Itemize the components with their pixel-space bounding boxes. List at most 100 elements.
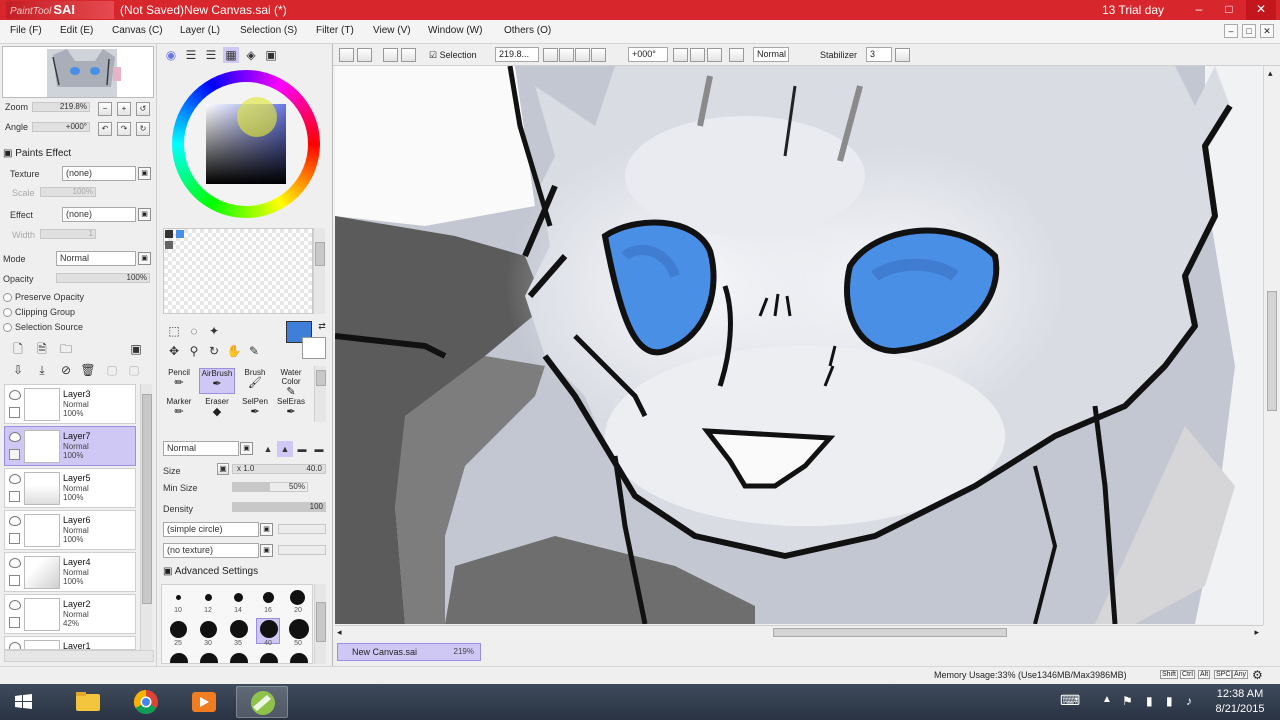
toolbar-angle-field[interactable]: +000° xyxy=(628,47,668,62)
minimize-button[interactable]: – xyxy=(1184,0,1214,20)
canvas-hscroll-thumb[interactable] xyxy=(773,628,1007,637)
status-gear-icon[interactable]: ⚙ xyxy=(1252,668,1263,682)
panel-toggle-icon[interactable]: ▣ xyxy=(128,341,144,357)
action-center-icon[interactable]: ⚑ xyxy=(1122,694,1133,708)
toolbar-zoom-in-button[interactable] xyxy=(559,48,574,62)
layer-lock-icon[interactable] xyxy=(9,617,20,628)
menu-file[interactable]: File (F) xyxy=(10,25,42,36)
size-multiplier-toggle[interactable]: ▣ xyxy=(217,463,229,475)
layer-list-hscrollbar[interactable] xyxy=(4,650,154,662)
brush-airbrush[interactable]: AirBrush ✒ xyxy=(199,368,235,394)
brush-brush[interactable]: Brush 🖌 xyxy=(237,368,273,394)
effect-dropdown-arrow[interactable]: ▣ xyxy=(138,208,151,221)
rect-select-icon[interactable]: ⬚ xyxy=(166,323,182,339)
brush-edit-icon[interactable] xyxy=(9,449,20,460)
menu-filter[interactable]: Filter (T) xyxy=(316,25,354,36)
visibility-eye-icon[interactable] xyxy=(9,390,21,400)
visibility-eye-icon[interactable] xyxy=(9,642,21,649)
hand-tool-icon[interactable]: ✋ xyxy=(226,343,242,359)
layer-list-scrollbar[interactable] xyxy=(140,384,152,652)
swatch-scrollbar[interactable] xyxy=(313,228,325,314)
layer-item[interactable]: Layer2 Normal 42% xyxy=(4,594,136,634)
transfer-down-icon[interactable]: ⇩ xyxy=(10,362,26,378)
toolbar-rotate-right-button[interactable] xyxy=(690,48,705,62)
layer-mode-arrow[interactable]: ▣ xyxy=(138,252,151,265)
preserve-opacity-checkbox[interactable]: Preserve Opacity xyxy=(3,292,84,303)
layer-mode-dropdown[interactable]: Normal xyxy=(56,251,136,266)
layer-item[interactable]: Layer1 xyxy=(4,636,136,650)
color-picker-marker[interactable] xyxy=(237,97,277,137)
brush-texture-arrow[interactable]: ▣ xyxy=(260,544,273,557)
effect-width-slider[interactable]: 1 xyxy=(40,229,96,239)
size-preset-dot[interactable] xyxy=(234,593,243,602)
color-wheel-mode-icon[interactable]: ◉ xyxy=(163,47,179,63)
eyedropper-icon[interactable]: ✎ xyxy=(246,343,262,359)
layer-item[interactable]: Layer6 Normal 100% xyxy=(4,510,136,550)
size-preset-dot[interactable] xyxy=(230,653,248,663)
new-folder-icon[interactable]: 🗀 xyxy=(58,341,74,357)
brush-tip-soft-icon[interactable]: ▬ xyxy=(294,441,310,457)
navigator-preview[interactable] xyxy=(2,46,154,98)
menu-window[interactable]: Window (W) xyxy=(428,25,482,36)
close-button[interactable]: ✕ xyxy=(1246,0,1276,20)
size-preset-dot[interactable] xyxy=(289,619,309,639)
maximize-button[interactable]: □ xyxy=(1214,0,1244,20)
brush-texture-dropdown[interactable]: (no texture) xyxy=(163,543,259,558)
drawing-canvas[interactable] xyxy=(335,66,1263,624)
size-preset-dot[interactable] xyxy=(260,620,278,638)
density-slider[interactable]: 100 xyxy=(232,502,326,512)
toolbar-zoom-fit-button[interactable] xyxy=(575,48,590,62)
visibility-eye-icon[interactable] xyxy=(9,474,21,484)
stabilizer-field[interactable]: 3 xyxy=(866,47,892,62)
brush-shape-dropdown[interactable]: (simple circle) xyxy=(163,522,259,537)
clipping-group-checkbox[interactable]: Clipping Group xyxy=(3,307,75,318)
zoom-out-button[interactable]: − xyxy=(98,102,112,116)
size-preset-dot[interactable] xyxy=(205,594,212,601)
windows-start-button[interactable] xyxy=(4,686,44,718)
toolbar-rotate-reset-button[interactable] xyxy=(707,48,722,62)
taskbar-file-explorer[interactable] xyxy=(62,686,114,718)
selection-toggle[interactable]: ☑ Selection xyxy=(429,50,477,61)
taskbar-chrome[interactable] xyxy=(120,686,172,718)
brush-shape-strength-slider[interactable] xyxy=(278,524,326,534)
scratchpad-mode-icon[interactable]: ◈ xyxy=(243,47,259,63)
blend-mode-arrow[interactable]: ▣ xyxy=(240,442,253,455)
rotate-left-button[interactable]: ↶ xyxy=(98,122,112,136)
size-preset-dot[interactable] xyxy=(200,653,218,663)
brush-tip-medium-icon[interactable]: ▲ xyxy=(277,441,293,457)
size-preset-dot[interactable] xyxy=(200,621,217,638)
zoom-reset-button[interactable]: ↺ xyxy=(136,102,150,116)
network-icon[interactable]: ▮ xyxy=(1166,694,1173,708)
clear-layer-icon[interactable]: ⊘ xyxy=(58,362,74,378)
brush-pencil[interactable]: Pencil ✏ xyxy=(161,368,197,394)
brush-selpen[interactable]: SelPen ✒ xyxy=(237,397,273,423)
menu-others[interactable]: Others (O) xyxy=(504,25,551,36)
merge-down-icon[interactable]: ⤓ xyxy=(34,362,50,378)
taskbar-clock[interactable]: 12:38 AM 8/21/2015 xyxy=(1204,687,1276,717)
keyboard-icon[interactable]: ⌨ xyxy=(1060,692,1080,709)
deselect-button[interactable] xyxy=(383,48,398,62)
swatch-scroll-thumb[interactable] xyxy=(315,242,325,266)
brush-tiles-scroll-thumb[interactable] xyxy=(316,370,326,386)
toolbar-rotate-left-button[interactable] xyxy=(673,48,688,62)
swap-colors-icon[interactable]: ⇄ xyxy=(314,318,330,334)
rgb-slider-mode-icon[interactable]: ☰ xyxy=(183,47,199,63)
size-presets-scrollbar[interactable] xyxy=(314,584,326,664)
taskbar-media-player[interactable] xyxy=(178,686,230,718)
menu-layer[interactable]: Layer (L) xyxy=(180,25,220,36)
brush-marker[interactable]: Marker ✏ xyxy=(161,397,197,423)
undo-button[interactable] xyxy=(339,48,354,62)
brush-blend-mode-dropdown[interactable]: Normal xyxy=(163,441,239,456)
min-size-slider[interactable]: 50% xyxy=(232,482,308,492)
menu-canvas[interactable]: Canvas (C) xyxy=(112,25,163,36)
size-preset-dot[interactable] xyxy=(170,653,188,663)
layer-item[interactable]: Layer3 Normal 100% xyxy=(4,384,136,424)
texture-dropdown-arrow[interactable]: ▣ xyxy=(138,167,151,180)
redo-button[interactable] xyxy=(357,48,372,62)
size-preset-dot[interactable] xyxy=(230,620,248,638)
tab-new-canvas[interactable]: New Canvas.sai 219% xyxy=(337,643,481,661)
stabilizer-dropdown-button[interactable] xyxy=(895,48,910,62)
volume-icon[interactable]: ♪ xyxy=(1186,694,1192,708)
scroll-up-arrow-icon[interactable]: ▴ xyxy=(1268,68,1273,79)
size-preset-dot[interactable] xyxy=(260,653,278,663)
